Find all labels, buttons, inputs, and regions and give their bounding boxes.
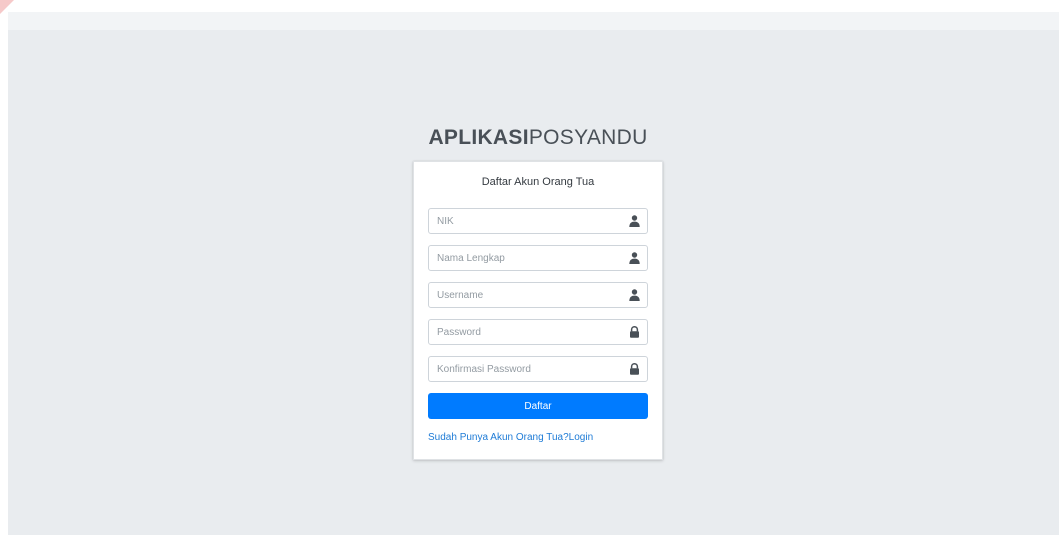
user-icon — [629, 252, 640, 264]
login-link[interactable]: Sudah Punya Akun Orang Tua?Login — [428, 432, 648, 443]
username-input[interactable] — [428, 282, 648, 308]
register-form: Daftar — [428, 208, 648, 419]
logo-light-text: POSYANDU — [528, 126, 648, 149]
confirm-password-input-group — [428, 356, 648, 382]
full-name-input-group — [428, 245, 648, 271]
confirm-password-input[interactable] — [428, 356, 648, 382]
full-name-input[interactable] — [428, 245, 648, 271]
user-icon — [629, 215, 640, 227]
corner-decoration — [0, 0, 14, 14]
user-icon — [629, 289, 640, 301]
nik-input[interactable] — [428, 208, 648, 234]
username-input-group — [428, 282, 648, 308]
password-input-group — [428, 319, 648, 345]
password-input[interactable] — [428, 319, 648, 345]
register-card: Daftar Akun Orang Tua NIK Nama Lengkap U… — [413, 161, 663, 460]
register-box-message: Daftar Akun Orang Tua — [481, 176, 595, 188]
logo-bold-text: APLIKASI — [428, 126, 529, 149]
app-logo[interactable]: APLIKASIPOSYANDU — [413, 125, 663, 161]
lock-icon — [630, 363, 639, 375]
nik-input-group — [428, 208, 648, 234]
lock-icon — [630, 326, 639, 338]
top-band — [8, 12, 1059, 30]
register-box: APLIKASIPOSYANDU Daftar Akun Orang Tua N… — [413, 125, 663, 460]
register-button[interactable]: Daftar — [428, 393, 648, 419]
